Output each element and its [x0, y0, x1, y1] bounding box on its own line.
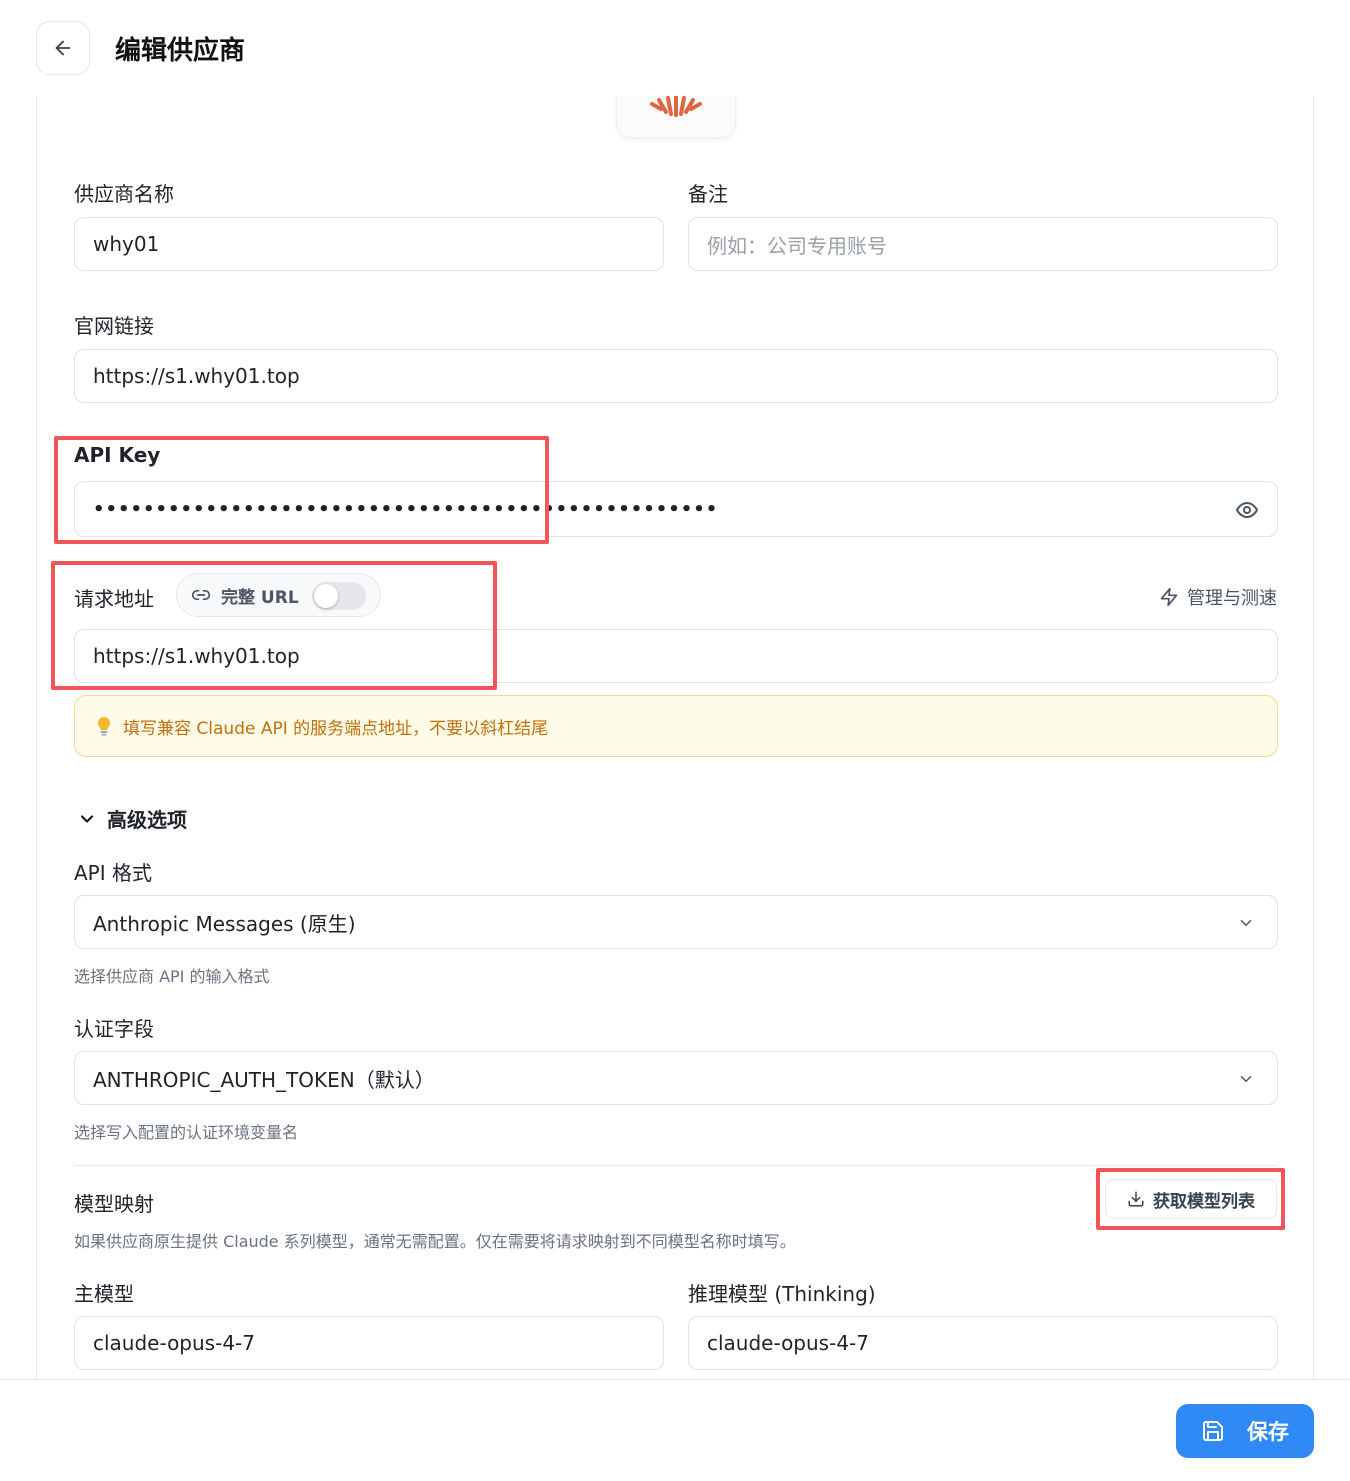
- main-model-label: 主模型: [74, 1282, 134, 1306]
- auth-field-hint: 选择写入配置的认证环境变量名: [74, 1123, 299, 1142]
- api-format-hint: 选择供应商 API 的输入格式: [74, 967, 270, 986]
- api-format-value: Anthropic Messages (原生): [93, 911, 356, 936]
- api-format-label: API 格式: [74, 861, 152, 885]
- lightning-icon: [1160, 587, 1178, 607]
- download-icon: [1128, 1191, 1144, 1207]
- provider-name-label: 供应商名称: [74, 182, 174, 206]
- website-label: 官网链接: [74, 314, 154, 338]
- model-mapping-description: 如果供应商原生提供 Claude 系列模型，通常无需配置。仅在需要将请求映射到不…: [74, 1232, 796, 1251]
- arrow-left-icon: [55, 40, 71, 56]
- chevron-down-icon: [80, 814, 94, 823]
- chevron-down-icon: [1240, 1076, 1252, 1082]
- advanced-options-toggle[interactable]: 高级选项: [77, 804, 187, 833]
- eye-icon[interactable]: [1235, 498, 1259, 522]
- lightbulb-icon: [97, 716, 111, 736]
- api-key-value: ••••••••••••••••••••••••••••••••••••••••…: [93, 498, 719, 520]
- back-button[interactable]: [36, 21, 90, 75]
- claude-logo-icon: [650, 96, 702, 117]
- section-divider: [74, 1165, 1278, 1166]
- provider-logo[interactable]: [616, 96, 736, 138]
- thinking-model-input[interactable]: claude-opus-4-7: [688, 1316, 1278, 1370]
- page-title: 编辑供应商: [115, 36, 246, 66]
- website-input[interactable]: https://s1.why01.top: [74, 349, 1278, 403]
- chevron-down-icon: [1240, 920, 1252, 926]
- link-icon: [191, 590, 211, 600]
- endpoint-input[interactable]: https://s1.why01.top: [74, 629, 1278, 683]
- endpoint-notice-text: 填写兼容 Claude API 的服务端点地址，不要以斜杠结尾: [123, 718, 549, 739]
- page-header: 编辑供应商: [0, 0, 1350, 96]
- note-label: 备注: [688, 182, 728, 206]
- endpoint-notice: 填写兼容 Claude API 的服务端点地址，不要以斜杠结尾: [74, 695, 1278, 757]
- full-url-label: 完整 URL: [221, 587, 299, 608]
- fetch-models-label: 获取模型列表: [1153, 1191, 1255, 1212]
- api-format-select[interactable]: Anthropic Messages (原生): [74, 895, 1278, 949]
- page-footer: 保存: [0, 1379, 1350, 1481]
- provider-form-card: 供应商名称 why01 备注 例如：公司专用账号 官网链接 https://s1…: [36, 96, 1314, 1380]
- manage-speedtest-link[interactable]: 管理与测速: [1159, 584, 1277, 610]
- save-label: 保存: [1247, 1420, 1289, 1444]
- auth-field-value: ANTHROPIC_AUTH_TOKEN（默认）: [93, 1067, 435, 1092]
- save-button[interactable]: 保存: [1176, 1404, 1314, 1458]
- fetch-models-button[interactable]: 获取模型列表: [1105, 1179, 1277, 1219]
- auth-field-label: 认证字段: [74, 1017, 154, 1041]
- note-input[interactable]: 例如：公司专用账号: [688, 217, 1278, 271]
- save-icon: [1203, 1421, 1223, 1441]
- endpoint-label: 请求地址: [74, 587, 154, 611]
- provider-name-input[interactable]: why01: [74, 217, 664, 271]
- model-mapping-title: 模型映射: [74, 1192, 154, 1216]
- advanced-options-title: 高级选项: [107, 808, 187, 832]
- main-model-input[interactable]: claude-opus-4-7: [74, 1316, 664, 1370]
- thinking-model-label: 推理模型 (Thinking): [688, 1282, 876, 1306]
- api-key-input[interactable]: ••••••••••••••••••••••••••••••••••••••••…: [74, 481, 1278, 537]
- manage-speedtest-label: 管理与测速: [1187, 588, 1277, 609]
- auth-field-select[interactable]: ANTHROPIC_AUTH_TOKEN（默认）: [74, 1051, 1278, 1105]
- full-url-toggle-group: 完整 URL: [176, 573, 381, 617]
- api-key-label: API Key: [74, 443, 161, 467]
- full-url-switch[interactable]: [312, 582, 366, 610]
- switch-knob: [314, 584, 338, 608]
